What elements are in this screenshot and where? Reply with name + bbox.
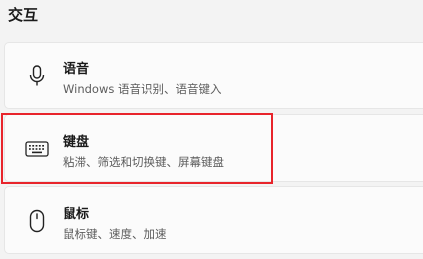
- mouse-icon: [23, 207, 51, 235]
- mouse-title: 鼠标: [63, 207, 90, 222]
- speech-description: Windows 语音识别、语音键入: [63, 82, 222, 96]
- keyboard-settings-item[interactable]: 键盘 粘滞、筛选和切换键、屏幕键盘: [4, 114, 423, 182]
- section-title: 交互: [8, 6, 39, 24]
- microphone-icon: [23, 62, 51, 90]
- speech-title: 语音: [63, 62, 90, 77]
- keyboard-title: 键盘: [63, 135, 90, 150]
- speech-settings-item[interactable]: 语音 Windows 语音识别、语音键入: [4, 42, 423, 109]
- keyboard-icon: [23, 135, 51, 163]
- keyboard-description: 粘滞、筛选和切换键、屏幕键盘: [63, 155, 224, 169]
- mouse-settings-item[interactable]: 鼠标 鼠标键、速度、加速: [4, 186, 423, 254]
- mouse-description: 鼠标键、速度、加速: [63, 227, 167, 241]
